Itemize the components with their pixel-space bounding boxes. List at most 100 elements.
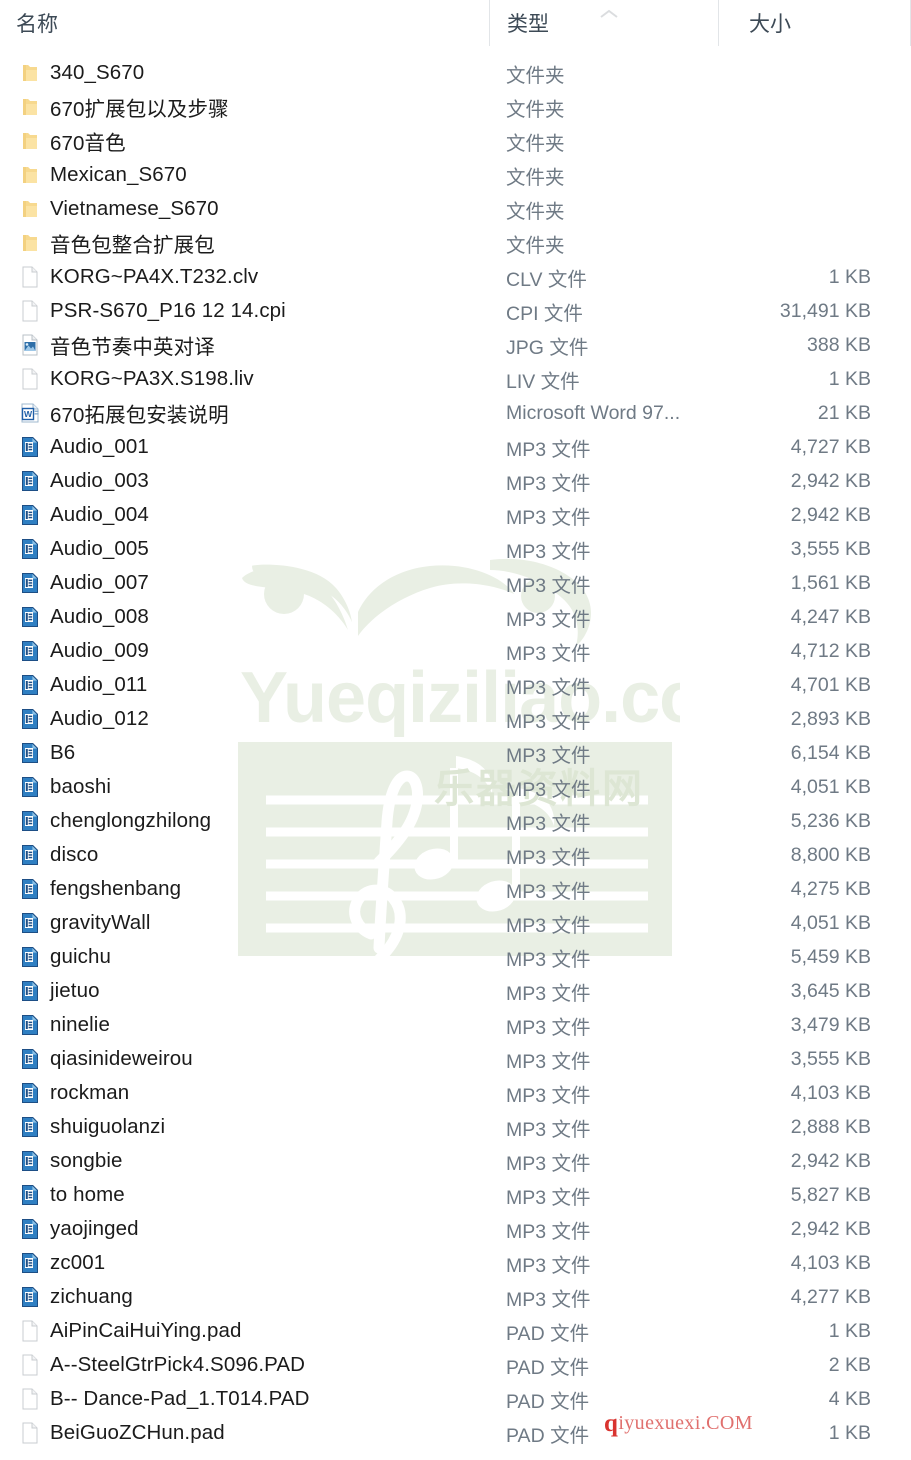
- table-row[interactable]: baoshi MP3 文件 4,051 KB: [0, 770, 911, 804]
- table-row[interactable]: KORG~PA4X.T232.clv CLV 文件 1 KB: [0, 260, 911, 294]
- file-type-cell: MP3 文件: [506, 1220, 591, 1243]
- file-type-cell: JPG 文件: [506, 336, 589, 359]
- table-row[interactable]: jietuo MP3 文件 3,645 KB: [0, 974, 911, 1008]
- file-name-cell[interactable]: Audio_008: [0, 605, 489, 629]
- file-name-cell[interactable]: disco: [0, 843, 489, 867]
- file-name-cell[interactable]: Vietnamese_S670: [0, 197, 489, 221]
- file-name-cell[interactable]: B6: [0, 741, 489, 765]
- file-name-cell[interactable]: chenglongzhilong: [0, 809, 489, 833]
- column-header-name[interactable]: 名称: [0, 0, 489, 46]
- file-name-label: Audio_004: [50, 503, 149, 526]
- table-row[interactable]: W 670拓展包安装说明 Microsoft Word 97... 21 KB: [0, 396, 911, 430]
- table-row[interactable]: shuiguolanzi MP3 文件 2,888 KB: [0, 1110, 911, 1144]
- column-header-size[interactable]: 大小: [718, 0, 911, 46]
- table-row[interactable]: fengshenbang MP3 文件 4,275 KB: [0, 872, 911, 906]
- table-row[interactable]: PSR-S670_P16 12 14.cpi CPI 文件 31,491 KB: [0, 294, 911, 328]
- file-name-cell[interactable]: fengshenbang: [0, 877, 489, 901]
- file-name-cell[interactable]: to home: [0, 1183, 489, 1207]
- media-file-icon: [19, 673, 41, 697]
- table-row[interactable]: to home MP3 文件 5,827 KB: [0, 1178, 911, 1212]
- table-row[interactable]: Audio_007 MP3 文件 1,561 KB: [0, 566, 911, 600]
- table-row[interactable]: 音色节奏中英对译 JPG 文件 388 KB: [0, 328, 911, 362]
- table-row[interactable]: B6 MP3 文件 6,154 KB: [0, 736, 911, 770]
- table-row[interactable]: Vietnamese_S670 文件夹: [0, 192, 911, 226]
- file-name-cell[interactable]: B-- Dance-Pad_1.T014.PAD: [0, 1387, 489, 1411]
- file-name-cell[interactable]: guichu: [0, 945, 489, 969]
- file-name-cell[interactable]: zc001: [0, 1251, 489, 1275]
- file-name-cell[interactable]: 音色包整合扩展包: [0, 228, 489, 258]
- table-row[interactable]: gravityWall MP3 文件 4,051 KB: [0, 906, 911, 940]
- file-name-cell[interactable]: BeiGuoZCHun.pad: [0, 1421, 489, 1445]
- file-name-cell[interactable]: qiasinideweirou: [0, 1047, 489, 1071]
- table-row[interactable]: Audio_003 MP3 文件 2,942 KB: [0, 464, 911, 498]
- file-name-cell[interactable]: Audio_009: [0, 639, 489, 663]
- media-file-icon: [19, 639, 41, 663]
- column-header-type[interactable]: 类型: [489, 0, 718, 46]
- file-name-cell[interactable]: W 670拓展包安装说明: [0, 398, 489, 428]
- table-row[interactable]: 340_S670 文件夹: [0, 56, 911, 90]
- file-name-cell[interactable]: ninelie: [0, 1013, 489, 1037]
- file-size-cell: 5,827 KB: [790, 1183, 871, 1206]
- file-name-cell[interactable]: Audio_012: [0, 707, 489, 731]
- table-row[interactable]: disco MP3 文件 8,800 KB: [0, 838, 911, 872]
- file-name-cell[interactable]: zichuang: [0, 1285, 489, 1309]
- file-name-cell[interactable]: Audio_005: [0, 537, 489, 561]
- file-name-cell[interactable]: Audio_003: [0, 469, 489, 493]
- file-name-cell[interactable]: Audio_007: [0, 571, 489, 595]
- table-row[interactable]: Audio_004 MP3 文件 2,942 KB: [0, 498, 911, 532]
- file-name-cell[interactable]: yaojinged: [0, 1217, 489, 1241]
- file-name-cell[interactable]: KORG~PA3X.S198.liv: [0, 367, 489, 391]
- generic-file-icon: [19, 1387, 41, 1411]
- file-name-cell[interactable]: gravityWall: [0, 911, 489, 935]
- table-row[interactable]: zc001 MP3 文件 4,103 KB: [0, 1246, 911, 1280]
- column-header-type-label: 类型: [507, 13, 549, 36]
- table-row[interactable]: Audio_008 MP3 文件 4,247 KB: [0, 600, 911, 634]
- file-size-cell: 2,942 KB: [790, 469, 871, 492]
- file-name-cell[interactable]: Mexican_S670: [0, 163, 489, 187]
- table-row[interactable]: 音色包整合扩展包 文件夹: [0, 226, 911, 260]
- table-row[interactable]: Audio_001 MP3 文件 4,727 KB: [0, 430, 911, 464]
- table-row[interactable]: Audio_012 MP3 文件 2,893 KB: [0, 702, 911, 736]
- file-name-label: Audio_005: [50, 537, 149, 560]
- file-name-cell[interactable]: 音色节奏中英对译: [0, 330, 489, 360]
- file-name-cell[interactable]: Audio_004: [0, 503, 489, 527]
- table-row[interactable]: yaojinged MP3 文件 2,942 KB: [0, 1212, 911, 1246]
- table-row[interactable]: Mexican_S670 文件夹: [0, 158, 911, 192]
- column-header-size-label: 大小: [749, 13, 791, 36]
- file-name-cell[interactable]: Audio_001: [0, 435, 489, 459]
- table-row[interactable]: Audio_005 MP3 文件 3,555 KB: [0, 532, 911, 566]
- file-name-label: songbie: [50, 1149, 123, 1172]
- table-row[interactable]: Audio_009 MP3 文件 4,712 KB: [0, 634, 911, 668]
- table-row[interactable]: Audio_011 MP3 文件 4,701 KB: [0, 668, 911, 702]
- file-name-cell[interactable]: rockman: [0, 1081, 489, 1105]
- file-name-cell[interactable]: jietuo: [0, 979, 489, 1003]
- file-size-cell: 4,727 KB: [790, 435, 871, 458]
- table-row[interactable]: chenglongzhilong MP3 文件 5,236 KB: [0, 804, 911, 838]
- table-row[interactable]: A--SteelGtrPick4.S096.PAD PAD 文件 2 KB: [0, 1348, 911, 1382]
- file-name-cell[interactable]: 340_S670: [0, 61, 489, 85]
- table-row[interactable]: ninelie MP3 文件 3,479 KB: [0, 1008, 911, 1042]
- table-row[interactable]: zichuang MP3 文件 4,277 KB: [0, 1280, 911, 1314]
- file-type-cell: MP3 文件: [506, 1254, 591, 1277]
- table-row[interactable]: 670音色 文件夹: [0, 124, 911, 158]
- file-name-cell[interactable]: KORG~PA4X.T232.clv: [0, 265, 489, 289]
- file-name-cell[interactable]: Audio_011: [0, 673, 489, 697]
- file-name-cell[interactable]: A--SteelGtrPick4.S096.PAD: [0, 1353, 489, 1377]
- table-row[interactable]: KORG~PA3X.S198.liv LIV 文件 1 KB: [0, 362, 911, 396]
- file-name-cell[interactable]: PSR-S670_P16 12 14.cpi: [0, 299, 489, 323]
- table-row[interactable]: AiPinCaiHuiYing.pad PAD 文件 1 KB: [0, 1314, 911, 1348]
- file-name-cell[interactable]: baoshi: [0, 775, 489, 799]
- file-name-cell[interactable]: 670音色: [0, 126, 489, 156]
- file-name-cell[interactable]: 670扩展包以及步骤: [0, 92, 489, 122]
- table-row[interactable]: BeiGuoZCHun.pad PAD 文件 1 KB: [0, 1416, 911, 1450]
- file-name-cell[interactable]: shuiguolanzi: [0, 1115, 489, 1139]
- table-row[interactable]: B-- Dance-Pad_1.T014.PAD PAD 文件 4 KB: [0, 1382, 911, 1416]
- table-row[interactable]: rockman MP3 文件 4,103 KB: [0, 1076, 911, 1110]
- file-size-cell: 1,561 KB: [790, 571, 871, 594]
- table-row[interactable]: 670扩展包以及步骤 文件夹: [0, 90, 911, 124]
- table-row[interactable]: guichu MP3 文件 5,459 KB: [0, 940, 911, 974]
- table-row[interactable]: qiasinideweirou MP3 文件 3,555 KB: [0, 1042, 911, 1076]
- file-name-cell[interactable]: songbie: [0, 1149, 489, 1173]
- table-row[interactable]: songbie MP3 文件 2,942 KB: [0, 1144, 911, 1178]
- file-name-cell[interactable]: AiPinCaiHuiYing.pad: [0, 1319, 489, 1343]
